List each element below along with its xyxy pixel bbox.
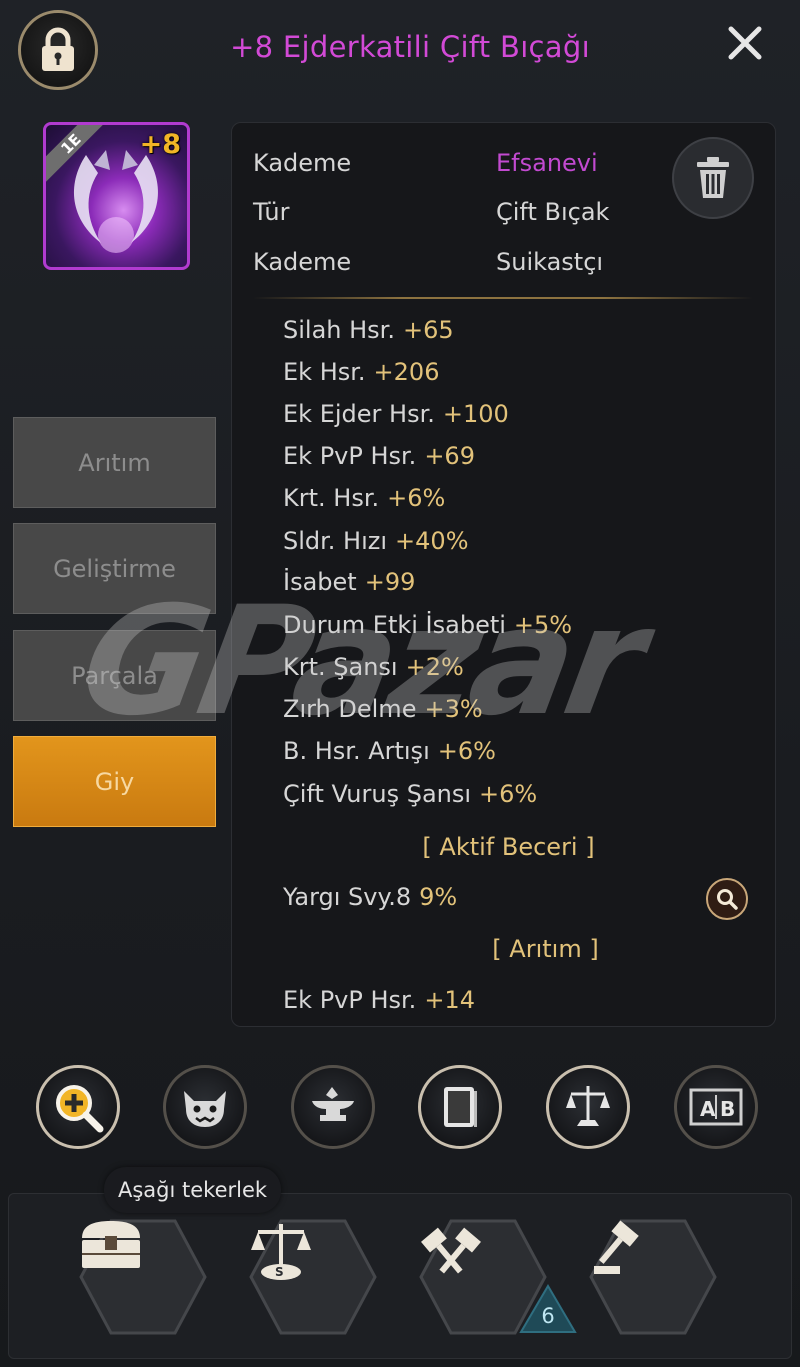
close-icon <box>728 26 762 60</box>
item-enhance-level: +8 <box>139 129 181 160</box>
refine-button[interactable]: Arıtım <box>13 417 216 508</box>
ab-compare-icon: A B <box>689 1088 743 1126</box>
zoom-plus-button[interactable] <box>36 1065 120 1149</box>
stat-value: +65 <box>402 316 454 344</box>
stat-name: Ek Ejder Hsr. <box>283 400 435 428</box>
grade-label: Kademe <box>253 149 352 177</box>
craft-count-badge: 6 <box>519 1284 577 1334</box>
stat-name: Ek Hsr. <box>283 358 366 386</box>
stat-row: Ek PvP Hsr. +69 <box>283 442 475 470</box>
info-divider <box>253 297 753 299</box>
stat-row: B. Hsr. Artışı +6% <box>283 737 496 765</box>
stat-value: +14 <box>424 986 475 1014</box>
stat-name: Ek PvP Hsr. <box>283 986 417 1014</box>
dismantle-button[interactable]: Parçala <box>13 630 216 721</box>
type-label: Tür <box>253 198 290 226</box>
grade-value: Efsanevi <box>496 149 598 177</box>
stat-name: Zırh Delme <box>283 695 417 723</box>
stat-value: +3% <box>424 695 483 723</box>
scales-icon <box>566 1086 610 1126</box>
stat-row: Sldr. Hızı +40% <box>283 527 469 555</box>
trash-icon <box>697 157 729 198</box>
stat-name: Krt. Şansı <box>283 653 398 681</box>
item-title: +8 Ejderkatili Çift Bıçağı <box>230 30 590 64</box>
delete-button[interactable] <box>672 137 754 219</box>
tooltip: Aşağı tekerlek <box>104 1167 282 1213</box>
stat-value: +69 <box>424 442 475 470</box>
stat-row: Durum Etki İsabeti +5% <box>283 611 572 639</box>
svg-text:B: B <box>720 1097 735 1121</box>
stat-row: Ek Ejder Hsr. +100 <box>283 400 509 428</box>
close-button[interactable] <box>722 20 768 66</box>
item-icon: 1E +8 <box>43 122 190 270</box>
stat-row: İsabet +99 <box>283 568 415 596</box>
anvil-button[interactable] <box>291 1065 375 1149</box>
skill-detail-button[interactable] <box>706 878 748 920</box>
class-label: Kademe <box>253 248 352 276</box>
stat-name: Krt. Hsr. <box>283 484 380 512</box>
skill-name: Yargı Svy.8 <box>283 883 412 911</box>
stat-name: Çift Vuruş Şansı <box>283 780 472 808</box>
zoom-plus-icon <box>56 1085 104 1133</box>
stat-row: Krt. Şansı +2% <box>283 653 464 681</box>
treasure-chest-icon <box>82 1221 140 1268</box>
craft-count: 6 <box>541 1304 555 1328</box>
stat-value: +206 <box>373 358 440 386</box>
demon-face-icon <box>184 1091 226 1127</box>
stat-value: +6% <box>437 737 496 765</box>
svg-text:A: A <box>700 1097 716 1121</box>
demon-button[interactable] <box>163 1065 247 1149</box>
stat-name: Ek PvP Hsr. <box>283 442 417 470</box>
balance-button[interactable]: S <box>248 1218 378 1336</box>
book-icon <box>444 1087 477 1127</box>
refine-section-header: [ Arıtım ] <box>492 935 599 963</box>
auction-button[interactable] <box>588 1218 718 1336</box>
active-skill-row: Yargı Svy.8 9% <box>283 883 457 911</box>
class-value: Suikastçı <box>496 248 604 276</box>
book-button[interactable] <box>418 1065 502 1149</box>
upgrade-button[interactable]: Geliştirme <box>13 523 216 614</box>
storage-button[interactable] <box>78 1218 208 1336</box>
stat-value: +40% <box>395 527 469 555</box>
anvil-icon <box>312 1087 354 1121</box>
type-value: Çift Bıçak <box>496 198 610 226</box>
compare-button[interactable]: A B <box>674 1065 758 1149</box>
stat-name: Sldr. Hızı <box>283 527 388 555</box>
gavel-icon <box>594 1220 639 1274</box>
item-detail-window: +8 Ejderkatili Çift Bıçağı 1E +8 Arıtım … <box>0 0 800 1367</box>
skill-value: 9% <box>419 883 458 911</box>
stat-name: B. Hsr. Artışı <box>283 737 430 765</box>
stat-name: Durum Etki İsabeti <box>283 611 506 639</box>
stat-name: İsabet <box>283 568 357 596</box>
scales-button[interactable] <box>546 1065 630 1149</box>
stat-row: Zırh Delme +3% <box>283 695 483 723</box>
stat-value: +6% <box>387 484 446 512</box>
stat-row: Çift Vuruş Şansı +6% <box>283 780 537 808</box>
active-skill-header: [ Aktif Beceri ] <box>422 833 595 861</box>
equip-button[interactable]: Giy <box>13 736 216 827</box>
stat-value: +6% <box>479 780 538 808</box>
stat-value: +5% <box>513 611 573 639</box>
stat-row: Krt. Hsr. +6% <box>283 484 445 512</box>
scales-icon: S <box>251 1224 311 1280</box>
magnifier-icon <box>717 889 738 910</box>
stat-name: Silah Hsr. <box>283 316 395 344</box>
stat-row: Silah Hsr. +65 <box>283 316 454 344</box>
stat-value: +2% <box>405 653 464 681</box>
stat-row: Ek Hsr. +206 <box>283 358 439 386</box>
hammers-icon <box>421 1227 481 1274</box>
svg-text:S: S <box>275 1265 284 1279</box>
refine-stat-row: Ek PvP Hsr. +14 <box>283 986 475 1014</box>
stat-value: +99 <box>364 568 416 596</box>
stat-value: +100 <box>442 400 509 428</box>
